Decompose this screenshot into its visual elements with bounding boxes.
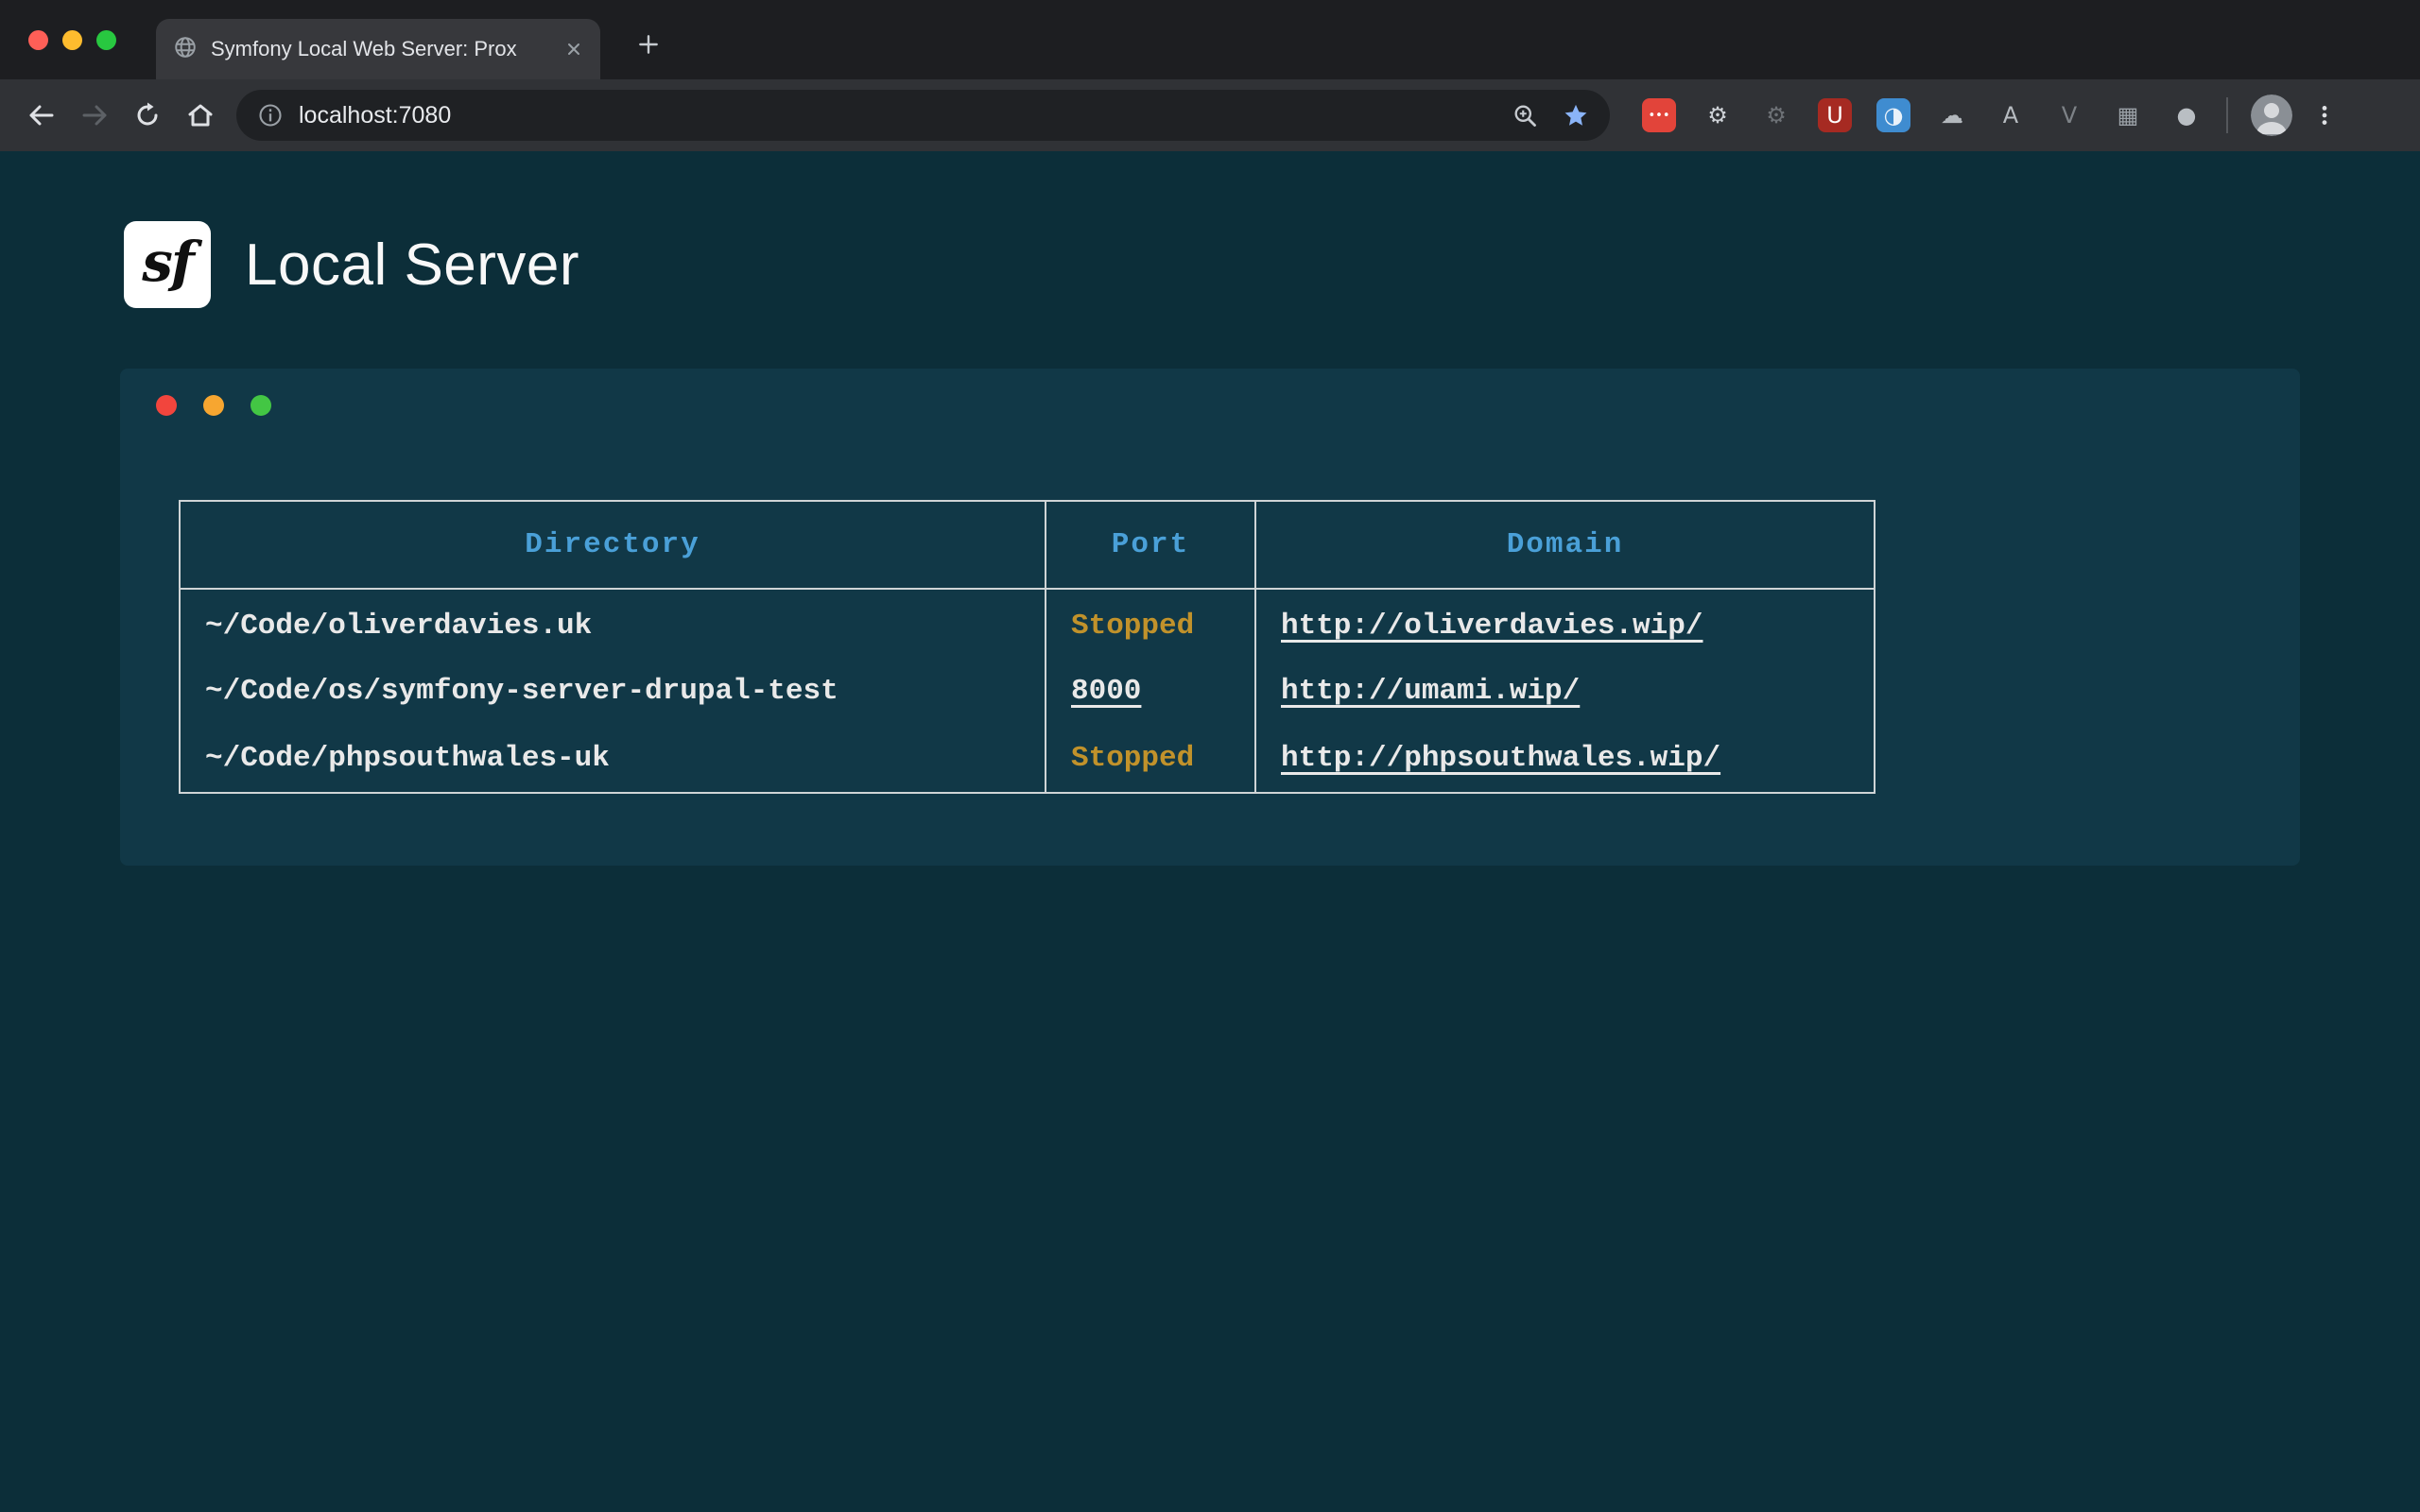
- gear-dark-extension-icon[interactable]: ⚙: [1759, 98, 1793, 132]
- page-content: sf Local Server Directory Port Domain: [0, 151, 2420, 866]
- grid-extension-icon[interactable]: ▦: [2111, 98, 2145, 132]
- directory-cell: ~/Code/oliverdavies.uk: [180, 589, 1046, 657]
- url-text[interactable]: localhost:7080: [299, 102, 451, 129]
- browser-toolbar: localhost:7080 ••• ⚙ ⚙ U ◑ ☁ AV ▦ ●: [0, 79, 2420, 151]
- tab-strip: Symfony Local Web Server: Prox: [0, 0, 2420, 79]
- directory-cell: ~/Code/phpsouthwales-uk: [180, 725, 1046, 793]
- directory-cell: ~/Code/os/symfony-server-drupal-test: [180, 657, 1046, 725]
- github-octocat-extension-icon[interactable]: ●: [2169, 98, 2204, 132]
- symfony-logo: sf: [124, 221, 211, 308]
- ublock-extension-icon[interactable]: U: [1818, 98, 1852, 132]
- window-close-button[interactable]: [28, 30, 48, 50]
- cloud-extension-icon[interactable]: ☁: [1935, 98, 1969, 132]
- tab-title: Symfony Local Web Server: Prox: [211, 37, 551, 61]
- server-panel: Directory Port Domain ~/Code/oliverdavie…: [120, 369, 2300, 866]
- blue-circle-extension-icon[interactable]: ◑: [1876, 98, 1910, 132]
- window-minimize-button[interactable]: [62, 30, 82, 50]
- home-button[interactable]: [174, 89, 227, 142]
- panel-green-dot-icon: [251, 395, 271, 416]
- back-button[interactable]: [15, 89, 68, 142]
- port-cell[interactable]: 8000: [1071, 675, 1141, 708]
- new-tab-button[interactable]: [629, 25, 668, 64]
- server-table-body: ~/Code/oliverdavies.uk Stopped http://ol…: [180, 589, 1875, 793]
- browser-menu-kebab-icon[interactable]: [2302, 93, 2347, 138]
- port-cell: Stopped: [1071, 742, 1194, 775]
- table-row: ~/Code/oliverdavies.uk Stopped http://ol…: [180, 589, 1875, 657]
- bookmark-star-icon[interactable]: [1563, 102, 1589, 129]
- domain-link[interactable]: http://oliverdavies.wip/: [1281, 610, 1703, 643]
- table-header-row: Directory Port Domain: [180, 501, 1875, 589]
- column-header-directory: Directory: [180, 501, 1046, 589]
- gear-light-extension-icon[interactable]: ⚙: [1701, 98, 1735, 132]
- forward-button[interactable]: [68, 89, 121, 142]
- site-info-icon[interactable]: [257, 102, 284, 129]
- profile-avatar[interactable]: [2251, 94, 2292, 136]
- table-row: ~/Code/os/symfony-server-drupal-test 800…: [180, 657, 1875, 725]
- extensions-area: ••• ⚙ ⚙ U ◑ ☁ AV ▦ ●: [1642, 98, 2204, 132]
- tab-close-icon[interactable]: [564, 40, 583, 59]
- tab-favicon-globe-icon: [173, 35, 198, 64]
- window-controls: [28, 30, 116, 50]
- panel-orange-dot-icon: [203, 395, 224, 416]
- letter-v-extension-icon[interactable]: V: [2052, 98, 2086, 132]
- browser-tab[interactable]: Symfony Local Web Server: Prox: [156, 19, 600, 79]
- address-bar[interactable]: localhost:7080: [236, 90, 1610, 141]
- domain-link[interactable]: http://umami.wip/: [1281, 675, 1580, 708]
- symfony-logo-glyph: sf: [142, 230, 193, 300]
- window-fullscreen-button[interactable]: [96, 30, 116, 50]
- page-title: Local Server: [245, 232, 579, 299]
- letter-a-extension-icon[interactable]: A: [1994, 98, 2028, 132]
- site-header: sf Local Server: [124, 221, 2420, 308]
- domain-link[interactable]: http://phpsouthwales.wip/: [1281, 742, 1720, 775]
- reload-button[interactable]: [121, 89, 174, 142]
- zoom-magnifier-icon[interactable]: [1512, 102, 1538, 129]
- server-table: Directory Port Domain ~/Code/oliverdavie…: [179, 500, 1876, 794]
- toolbar-divider: [2226, 97, 2228, 133]
- panel-window-dots: [156, 395, 271, 416]
- red-dots-extension-icon[interactable]: •••: [1642, 98, 1676, 132]
- column-header-port: Port: [1046, 501, 1255, 589]
- port-cell: Stopped: [1071, 610, 1194, 643]
- column-header-domain: Domain: [1255, 501, 1875, 589]
- table-row: ~/Code/phpsouthwales-uk Stopped http://p…: [180, 725, 1875, 793]
- panel-red-dot-icon: [156, 395, 177, 416]
